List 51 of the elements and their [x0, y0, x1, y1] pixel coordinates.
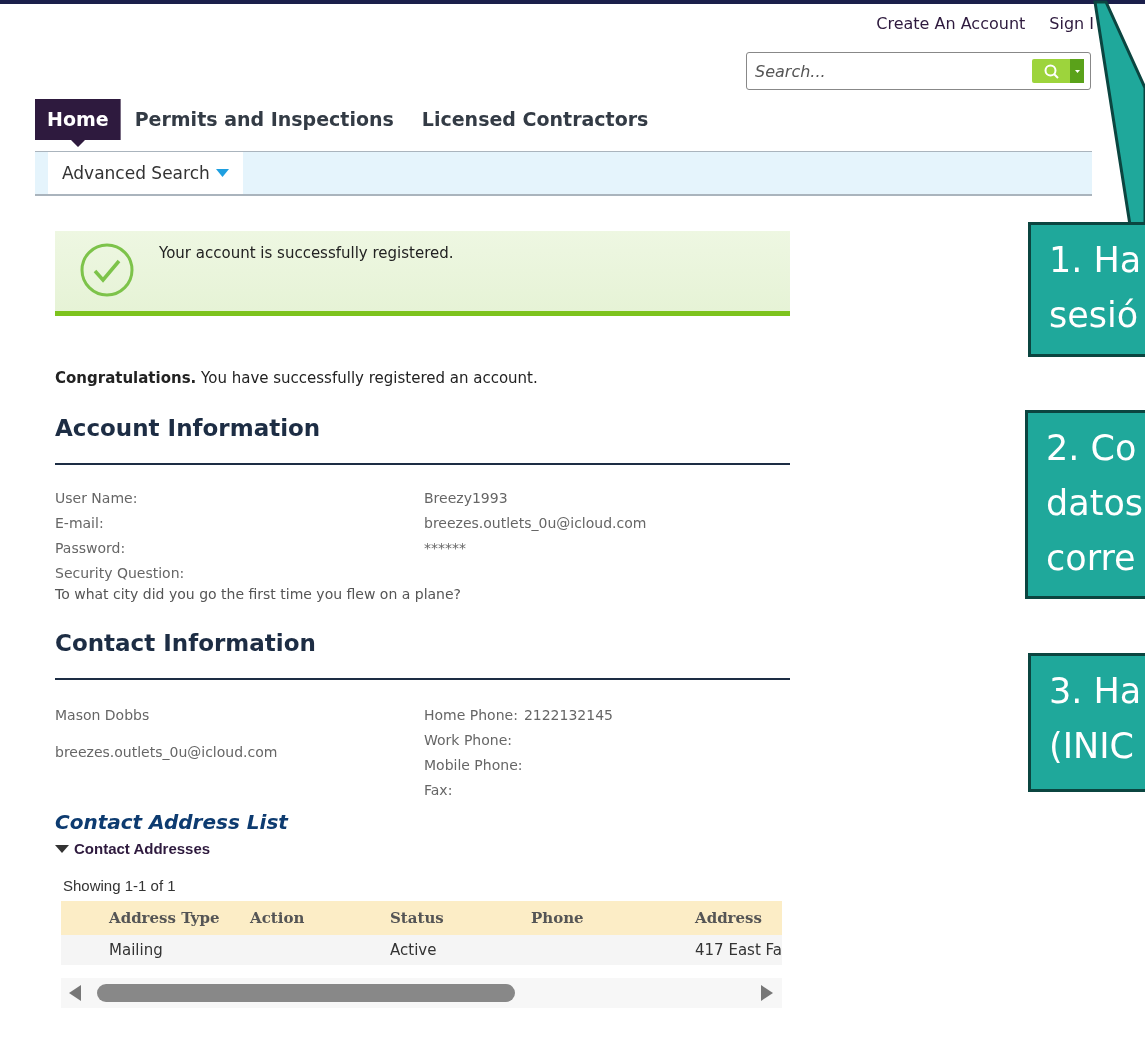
section-heading: Contact Information [55, 630, 790, 680]
caret-icon [1074, 69, 1080, 73]
results-count: Showing 1-1 of 1 [63, 877, 177, 894]
table-cell: Active [390, 935, 531, 965]
nav-tab[interactable]: Permits and Inspections [120, 99, 408, 142]
field-value: ****** [424, 540, 467, 556]
field-label: E-mail: [55, 515, 105, 531]
caret-icon [215, 169, 229, 177]
section-toggle[interactable]: Contact Addresses [55, 840, 211, 857]
header-link[interactable]: Sign I [1049, 14, 1094, 33]
contact-name: Mason Dobbs [55, 707, 151, 723]
list-heading: Contact Address List [55, 810, 290, 834]
field-value: 2122132145 [523, 707, 613, 723]
column-header[interactable]: Phone [531, 901, 695, 935]
section-heading: Account Information [55, 415, 790, 465]
search-icon [1043, 63, 1059, 79]
field-label: Mobile Phone: [424, 757, 523, 773]
advanced-search-menu[interactable]: Advanced Search [48, 152, 243, 194]
callout-text: corre [1046, 537, 1137, 580]
checkmark-icon [80, 243, 134, 297]
callout-text: 1. Ha [1049, 239, 1143, 282]
table-cell: 417 East Fa [695, 935, 782, 965]
callout-text: datos [1046, 482, 1145, 525]
search-button[interactable] [1032, 59, 1084, 83]
intro-text: Congratulations. You have successfully registered an account. [55, 369, 539, 387]
column-header[interactable]: Address Type [109, 901, 250, 935]
column-header[interactable]: Action [250, 901, 390, 935]
callout-text: sesió [1049, 294, 1140, 337]
field-label: Fax: [424, 782, 453, 798]
table-cell: Mailing [109, 935, 250, 965]
horizontal-scrollbar[interactable] [61, 978, 782, 1008]
nav-tab[interactable]: Home [35, 99, 121, 147]
column-header[interactable]: Status [390, 901, 531, 935]
callout-text: 2. Co [1046, 427, 1138, 470]
search-field[interactable]: Search... [746, 52, 1091, 90]
field-value: Breezy1993 [424, 490, 509, 506]
caret-icon [55, 844, 69, 853]
security-question: To what city did you go the first time you flew on a plane? [55, 586, 463, 602]
field-label: User Name: [55, 490, 139, 506]
field-value: breezes.outlets_0u@icloud.com [424, 515, 648, 531]
success-message: Your account is successfully registered. [159, 244, 454, 262]
callout-text: 3. Ha [1049, 670, 1143, 713]
callout-text: (INIC [1049, 725, 1135, 768]
field-label: Security Question: [55, 565, 186, 581]
field-label: Password: [55, 540, 127, 556]
nav-tab[interactable]: Licensed Contractors [407, 99, 663, 142]
field-label: Home Phone: [424, 707, 518, 723]
contact-email: breezes.outlets_0u@icloud.com [55, 744, 279, 760]
field-label: Work Phone: [424, 732, 512, 748]
header-link[interactable]: Create An Account [876, 14, 1026, 33]
column-header[interactable]: Address [695, 901, 782, 935]
